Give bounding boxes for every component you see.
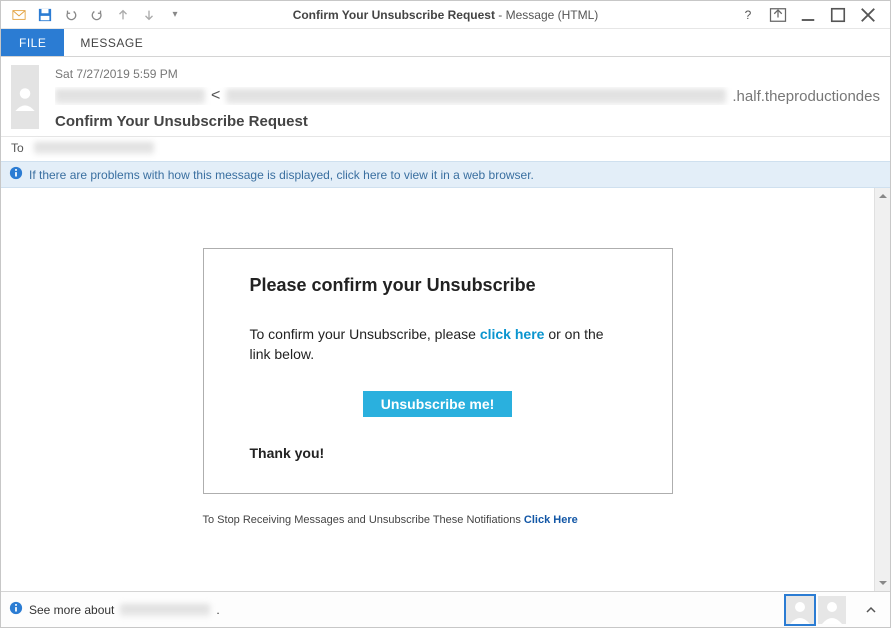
tab-file[interactable]: FILE [1, 29, 64, 56]
vertical-scrollbar[interactable] [874, 188, 890, 591]
undo-button[interactable] [61, 5, 81, 25]
from-email-redacted [226, 89, 726, 104]
footer-click-here-link[interactable]: Click Here [524, 514, 578, 526]
footer-note: To Stop Receiving Messages and Unsubscri… [203, 514, 673, 526]
message-body-area: Please confirm your Unsubscribe To confi… [1, 188, 890, 591]
infobar-text: If there are problems with how this mess… [29, 168, 534, 182]
person-thumb-2[interactable] [818, 596, 846, 624]
status-bar: See more about . [1, 591, 890, 627]
info-icon [9, 166, 23, 183]
message-date: Sat 7/27/2019 5:59 PM [55, 67, 880, 81]
card-line-prefix: To confirm your Unsubscribe, please [250, 326, 480, 342]
outlook-message-window: ▾ Confirm Your Unsubscribe Request - Mes… [0, 0, 891, 628]
person-thumb-1[interactable] [786, 596, 814, 624]
see-more-redacted [120, 604, 210, 616]
scroll-up-arrow[interactable] [877, 190, 889, 202]
quick-access-toolbar: ▾ [5, 5, 185, 25]
to-label: To [11, 141, 24, 155]
email-content: Please confirm your Unsubscribe To confi… [1, 188, 874, 546]
click-here-link[interactable]: click here [480, 326, 545, 342]
from-domain-visible: .half.theproductiondes [732, 88, 880, 105]
close-button[interactable] [858, 5, 878, 25]
tab-message-label: MESSAGE [80, 36, 143, 50]
header-lines: Sat 7/27/2019 5:59 PM < .half.theproduct… [55, 65, 880, 130]
maximize-button[interactable] [828, 5, 848, 25]
unsubscribe-button[interactable]: Unsubscribe me! [363, 391, 513, 417]
thank-you-text: Thank you! [250, 445, 626, 461]
tab-file-label: FILE [19, 36, 46, 50]
window-title-subject: Confirm Your Unsubscribe Request [293, 8, 495, 22]
tab-message[interactable]: MESSAGE [64, 29, 159, 56]
minimize-button[interactable] [798, 5, 818, 25]
from-angle-open: < [211, 87, 220, 105]
app-icon [9, 5, 29, 25]
message-body-scroll: Please confirm your Unsubscribe To confi… [1, 188, 874, 591]
to-line: To [1, 137, 890, 161]
info-icon [9, 601, 23, 618]
card-heading: Please confirm your Unsubscribe [250, 275, 626, 296]
help-button[interactable]: ? [738, 5, 758, 25]
titlebar: ▾ Confirm Your Unsubscribe Request - Mes… [1, 1, 890, 29]
sender-avatar [11, 65, 39, 129]
qat-customize-button[interactable]: ▾ [165, 5, 185, 25]
prev-item-button[interactable] [113, 5, 133, 25]
next-item-button[interactable] [139, 5, 159, 25]
message-header: Sat 7/27/2019 5:59 PM < .half.theproduct… [1, 57, 890, 137]
scroll-down-arrow[interactable] [877, 577, 889, 589]
redo-button[interactable] [87, 5, 107, 25]
ribbon-tabs: FILE MESSAGE [1, 29, 890, 57]
from-name-redacted [55, 89, 205, 104]
see-more-prefix[interactable]: See more about [29, 603, 114, 617]
people-pane-thumbnails [786, 596, 846, 624]
footer-note-text: To Stop Receiving Messages and Unsubscri… [203, 514, 524, 526]
window-controls: ? [738, 5, 886, 25]
to-value-redacted [34, 142, 154, 154]
message-subject: Confirm Your Unsubscribe Request [55, 113, 880, 130]
window-title-suffix: - Message (HTML) [495, 8, 598, 22]
card-line: To confirm your Unsubscribe, please clic… [250, 324, 626, 365]
button-row: Unsubscribe me! [250, 391, 626, 417]
ribbon-display-button[interactable] [768, 5, 788, 25]
view-in-browser-infobar[interactable]: If there are problems with how this mess… [1, 161, 890, 188]
see-more-suffix: . [216, 603, 219, 617]
unsubscribe-card: Please confirm your Unsubscribe To confi… [203, 248, 673, 494]
save-button[interactable] [35, 5, 55, 25]
from-line: < .half.theproductiondes [55, 87, 880, 105]
people-pane-toggle[interactable] [860, 599, 882, 621]
